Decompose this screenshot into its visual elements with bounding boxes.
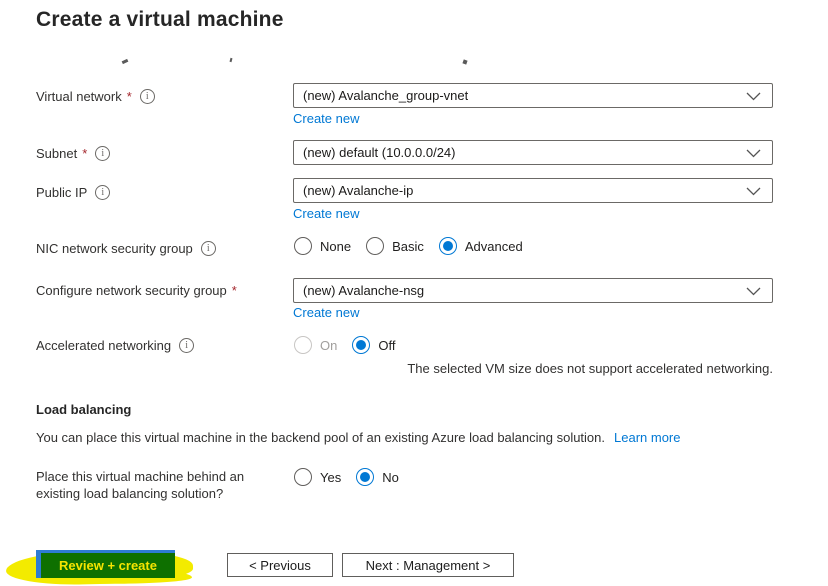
radio-no[interactable] [356, 468, 375, 486]
radio-off-label: Off [378, 337, 396, 353]
radio-none-label: None [320, 238, 352, 254]
nic-nsg-label: NIC network security group [36, 241, 216, 256]
info-icon[interactable] [95, 146, 111, 161]
chevron-down-icon [746, 92, 761, 101]
radio-option-basic[interactable]: Basic [366, 237, 424, 255]
configure-nsg-dropdown[interactable]: (new) Avalanche-nsg [293, 278, 773, 303]
info-icon[interactable] [179, 338, 195, 353]
radio-option-none[interactable]: None [294, 237, 351, 255]
learn-more-link[interactable]: Learn more [614, 430, 680, 445]
chevron-down-icon [746, 287, 761, 296]
nic-nsg-radio-group: None Basic Advanced [294, 237, 538, 255]
accelerated-networking-label: Accelerated networking [36, 338, 195, 353]
review-create-button[interactable]: Review + create [36, 550, 175, 578]
radio-advanced-label: Advanced [464, 238, 523, 254]
radio-advanced[interactable] [438, 237, 457, 255]
load-balancing-radio-group: Yes No [294, 468, 414, 486]
redaction-remnant [121, 58, 129, 65]
create-new-vnet-link[interactable]: Create new [293, 111, 359, 126]
radio-option-no[interactable]: No [356, 468, 399, 486]
radio-option-advanced[interactable]: Advanced [438, 237, 523, 255]
next-management-button[interactable]: Next : Management > [342, 553, 514, 577]
required-asterisk: * [231, 283, 237, 298]
info-icon[interactable] [200, 241, 216, 256]
subnet-label: Subnet * [36, 146, 111, 161]
subnet-dropdown[interactable]: (new) default (10.0.0.0/24) [293, 140, 773, 165]
radio-yes-label: Yes [320, 469, 342, 485]
virtual-network-dropdown[interactable]: (new) Avalanche_group-vnet [293, 83, 773, 108]
load-balancing-question: Place this virtual machine behind an exi… [36, 469, 245, 501]
chevron-down-icon [746, 187, 761, 196]
radio-no-label: No [382, 469, 399, 485]
radio-none[interactable] [294, 237, 312, 255]
virtual-network-label: Virtual network * [36, 89, 155, 104]
radio-on-label: On [320, 337, 338, 353]
radio-option-yes[interactable]: Yes [294, 468, 341, 486]
radio-basic[interactable] [366, 237, 385, 255]
load-balancing-heading: Load balancing [36, 402, 132, 417]
create-vm-page: Create a virtual machine Virtual network… [0, 0, 828, 586]
radio-basic-label: Basic [392, 238, 424, 254]
radio-option-off[interactable]: Off [352, 336, 395, 354]
redaction-remnant [229, 57, 233, 63]
create-new-nsg-link[interactable]: Create new [293, 305, 359, 320]
radio-yes[interactable] [294, 468, 312, 486]
required-asterisk: * [82, 146, 88, 161]
previous-button[interactable]: < Previous [227, 553, 333, 577]
review-create-button-label: Review + create [59, 558, 157, 573]
load-balancing-description: You can place this virtual machine in th… [36, 430, 681, 445]
radio-option-on: On [294, 336, 337, 354]
radio-off[interactable] [352, 336, 371, 354]
radio-on [294, 336, 312, 354]
required-asterisk: * [126, 89, 132, 104]
redaction-remnant [462, 59, 468, 65]
accelerated-networking-radio-group: On Off [294, 336, 410, 354]
create-new-ip-link[interactable]: Create new [293, 206, 359, 221]
info-icon[interactable] [95, 185, 111, 200]
subnet-value: (new) default (10.0.0.0/24) [303, 145, 456, 160]
configure-nsg-value: (new) Avalanche-nsg [303, 283, 425, 298]
public-ip-dropdown[interactable]: (new) Avalanche-ip [293, 178, 773, 203]
chevron-down-icon [746, 149, 761, 158]
info-icon[interactable] [139, 89, 155, 104]
public-ip-label: Public IP [36, 185, 111, 200]
accelerated-networking-note: The selected VM size does not support ac… [407, 361, 773, 376]
page-title: Create a virtual machine [36, 8, 284, 31]
configure-nsg-label: Configure network security group * [36, 283, 237, 298]
public-ip-value: (new) Avalanche-ip [303, 183, 414, 198]
virtual-network-value: (new) Avalanche_group-vnet [303, 88, 469, 103]
